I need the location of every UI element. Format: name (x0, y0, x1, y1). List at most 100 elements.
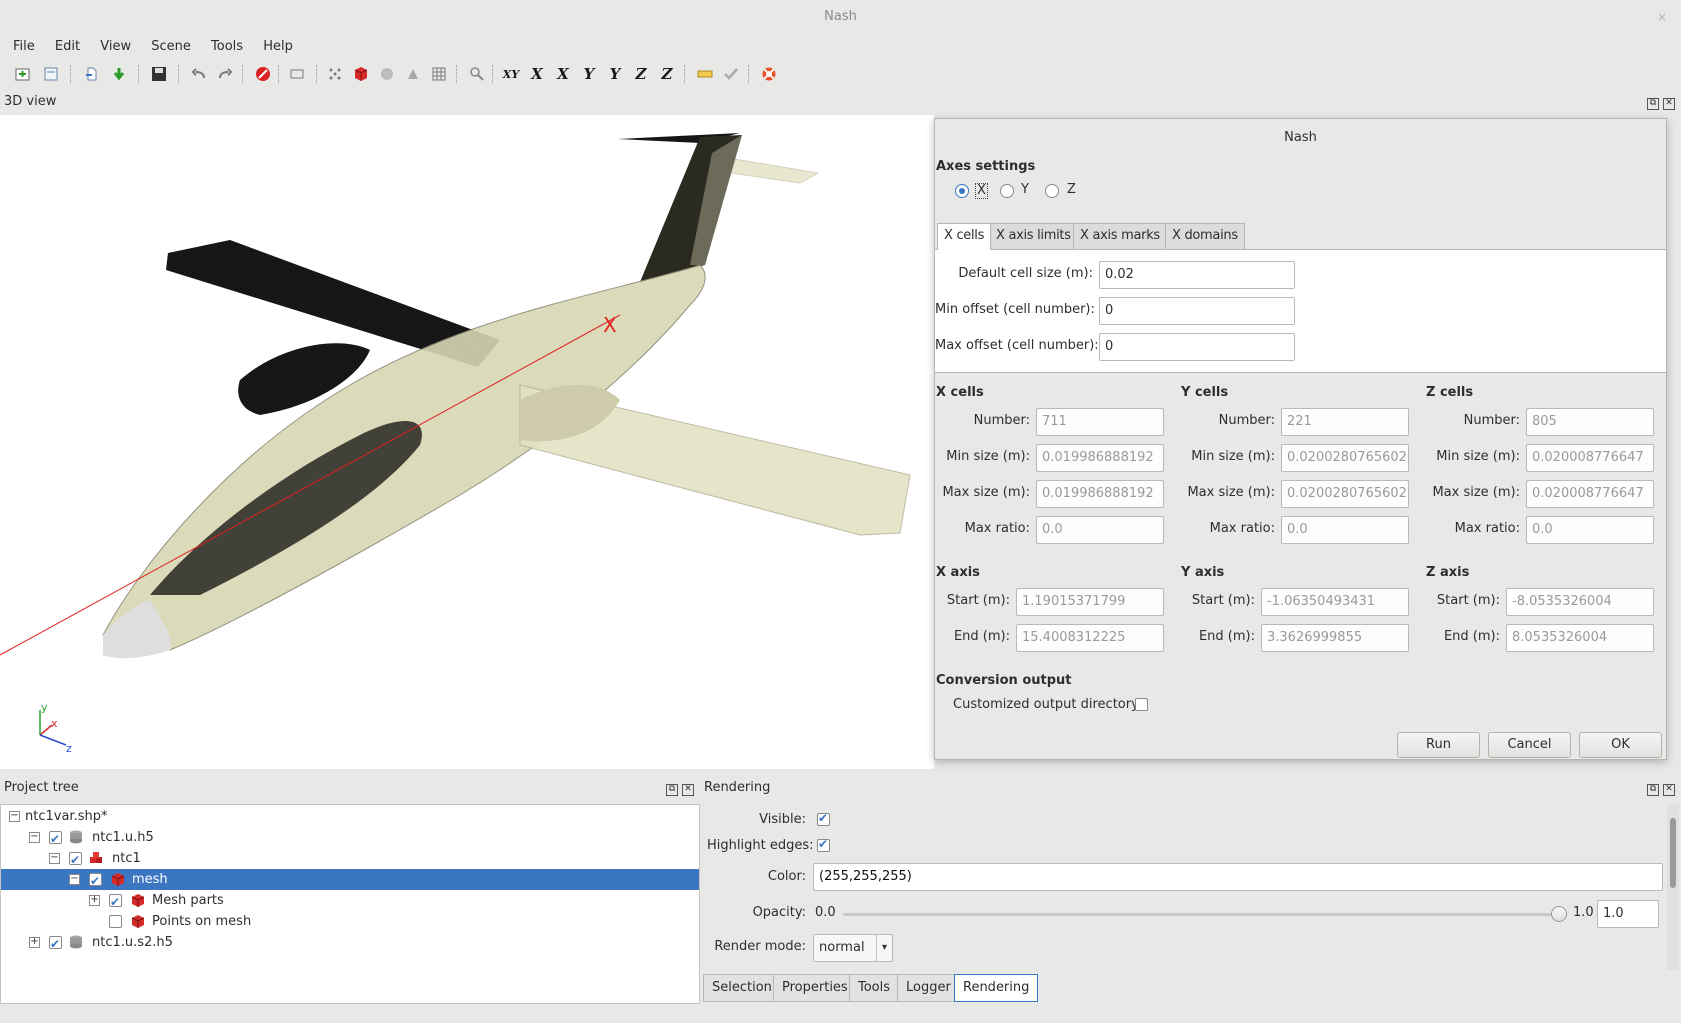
float-icon[interactable]: ⧉ (1647, 784, 1659, 796)
view-x-minus-icon[interactable]: X (526, 62, 548, 86)
run-button[interactable]: Run (1397, 732, 1480, 758)
check-icon[interactable] (720, 62, 742, 86)
visible-checkbox[interactable] (817, 811, 830, 826)
close-icon[interactable]: ✕ (1663, 784, 1675, 796)
y-start-field[interactable]: -1.06350493431 (1261, 588, 1409, 616)
redo-icon[interactable] (214, 62, 236, 86)
collapse-icon[interactable]: − (69, 874, 80, 885)
tree-item[interactable]: + ntc1.u.s2.h5 (1, 932, 699, 955)
scrollbar-thumb[interactable] (1670, 818, 1676, 888)
x-min-size-field[interactable]: 0.019986888192 (1036, 444, 1164, 472)
ruler-icon[interactable] (694, 62, 716, 86)
custom-output-dir-checkbox[interactable] (1135, 698, 1148, 711)
view-y-minus-icon[interactable]: Y (578, 62, 600, 86)
y-end-field[interactable]: 3.3626999855 (1261, 624, 1409, 652)
radio-x[interactable] (955, 184, 969, 198)
menu-view[interactable]: View (100, 36, 131, 58)
select-points-icon[interactable] (324, 62, 346, 86)
y-max-ratio-field[interactable]: 0.0 (1281, 516, 1409, 544)
max-offset-field[interactable]: 0 (1099, 333, 1295, 361)
z-end-field[interactable]: 8.0535326004 (1506, 624, 1654, 652)
viewport-3d[interactable]: X y x z (0, 115, 934, 769)
tree-item[interactable]: + Mesh parts (1, 890, 699, 913)
menu-tools[interactable]: Tools (211, 36, 243, 58)
download-icon[interactable] (108, 62, 130, 86)
expand-icon[interactable]: + (89, 895, 100, 906)
expand-icon[interactable]: + (29, 937, 40, 948)
close-icon[interactable]: ✕ (682, 784, 694, 796)
view-z-minus-icon[interactable]: Z (630, 62, 652, 86)
float-icon[interactable]: ⧉ (666, 784, 678, 796)
opacity-slider-handle[interactable] (1551, 906, 1567, 922)
tab-tools[interactable]: Tools (849, 974, 900, 1002)
tab-logger[interactable]: Logger (897, 974, 960, 1002)
tab-x-axis-limits[interactable]: X axis limits (989, 223, 1078, 249)
new-project-icon[interactable] (12, 62, 34, 86)
rectangle-select-icon[interactable] (286, 62, 308, 86)
menu-help[interactable]: Help (263, 36, 293, 58)
tab-rendering[interactable]: Rendering (954, 974, 1039, 1002)
z-min-size-field[interactable]: 0.020008776647 (1526, 444, 1654, 472)
y-number-field[interactable]: 221 (1281, 408, 1409, 436)
menu-file[interactable]: File (13, 36, 35, 58)
tab-properties[interactable]: Properties (773, 974, 857, 1002)
opacity-slider-track[interactable] (843, 913, 1559, 916)
stop-icon[interactable] (252, 62, 274, 86)
view-xy-icon[interactable]: XY (500, 62, 522, 86)
collapse-icon[interactable]: − (49, 853, 60, 864)
tree-item[interactable]: − ntc1.u.h5 (1, 827, 699, 850)
close-icon[interactable]: ✕ (1663, 98, 1675, 110)
color-field[interactable]: (255,255,255) (813, 863, 1663, 891)
ok-button[interactable]: OK (1579, 732, 1662, 758)
float-icon[interactable]: ⧉ (1647, 98, 1659, 110)
view-x-plus-icon[interactable]: X (552, 62, 574, 86)
tree-item[interactable]: − ntc1var.shp* (1, 806, 699, 827)
save-icon[interactable] (148, 62, 170, 86)
cancel-button[interactable]: Cancel (1488, 732, 1571, 758)
z-start-field[interactable]: -8.0535326004 (1506, 588, 1654, 616)
shapes-icon[interactable] (402, 62, 424, 86)
collapse-icon[interactable]: − (29, 832, 40, 843)
highlight-edges-checkbox[interactable] (817, 837, 830, 852)
view-z-plus-icon[interactable]: Z (656, 62, 678, 86)
help-lifebuoy-icon[interactable] (758, 62, 780, 86)
z-max-size-field[interactable]: 0.020008776647 (1526, 480, 1654, 508)
tree-item-selected[interactable]: − mesh (1, 869, 699, 892)
tree-checkbox[interactable] (109, 892, 122, 913)
tree-item[interactable]: Points on mesh (1, 911, 699, 932)
render-mode-select[interactable]: normal ▾ (813, 934, 893, 962)
opacity-spinbox[interactable]: 1.0 (1597, 900, 1659, 928)
z-number-field[interactable]: 805 (1526, 408, 1654, 436)
x-start-field[interactable]: 1.19015371799 (1016, 588, 1164, 616)
tree-checkbox[interactable] (89, 871, 102, 892)
min-offset-field[interactable]: 0 (1099, 297, 1295, 325)
x-end-field[interactable]: 15.4008312225 (1016, 624, 1164, 652)
import-icon[interactable] (80, 62, 102, 86)
collapse-icon[interactable]: − (9, 811, 20, 822)
sphere-icon[interactable] (376, 62, 398, 86)
y-max-size-field[interactable]: 0.0200280765602 (1281, 480, 1409, 508)
tree-checkbox[interactable] (69, 850, 82, 871)
tree-checkbox[interactable] (109, 915, 122, 928)
radio-y-label[interactable]: Y (1021, 183, 1029, 197)
tree-checkbox[interactable] (49, 934, 62, 955)
grid-icon[interactable] (428, 62, 450, 86)
tab-x-cells[interactable]: X cells (937, 223, 992, 250)
zoom-icon[interactable] (466, 62, 488, 86)
x-max-ratio-field[interactable]: 0.0 (1036, 516, 1164, 544)
radio-z-label[interactable]: Z (1067, 183, 1076, 197)
tree-checkbox[interactable] (49, 829, 62, 850)
x-number-field[interactable]: 711 (1036, 408, 1164, 436)
menu-scene[interactable]: Scene (151, 36, 191, 58)
y-min-size-field[interactable]: 0.0200280765602 (1281, 444, 1409, 472)
x-max-size-field[interactable]: 0.019986888192 (1036, 480, 1164, 508)
tree-item[interactable]: − ntc1 (1, 848, 699, 871)
radio-y[interactable] (1000, 184, 1014, 198)
undo-icon[interactable] (188, 62, 210, 86)
z-max-ratio-field[interactable]: 0.0 (1526, 516, 1654, 544)
mesh-cube-icon[interactable] (350, 62, 372, 86)
radio-z[interactable] (1045, 184, 1059, 198)
tab-x-domains[interactable]: X domains (1165, 223, 1245, 249)
window-close-icon[interactable]: × (1657, 0, 1667, 34)
open-project-icon[interactable] (40, 62, 62, 86)
